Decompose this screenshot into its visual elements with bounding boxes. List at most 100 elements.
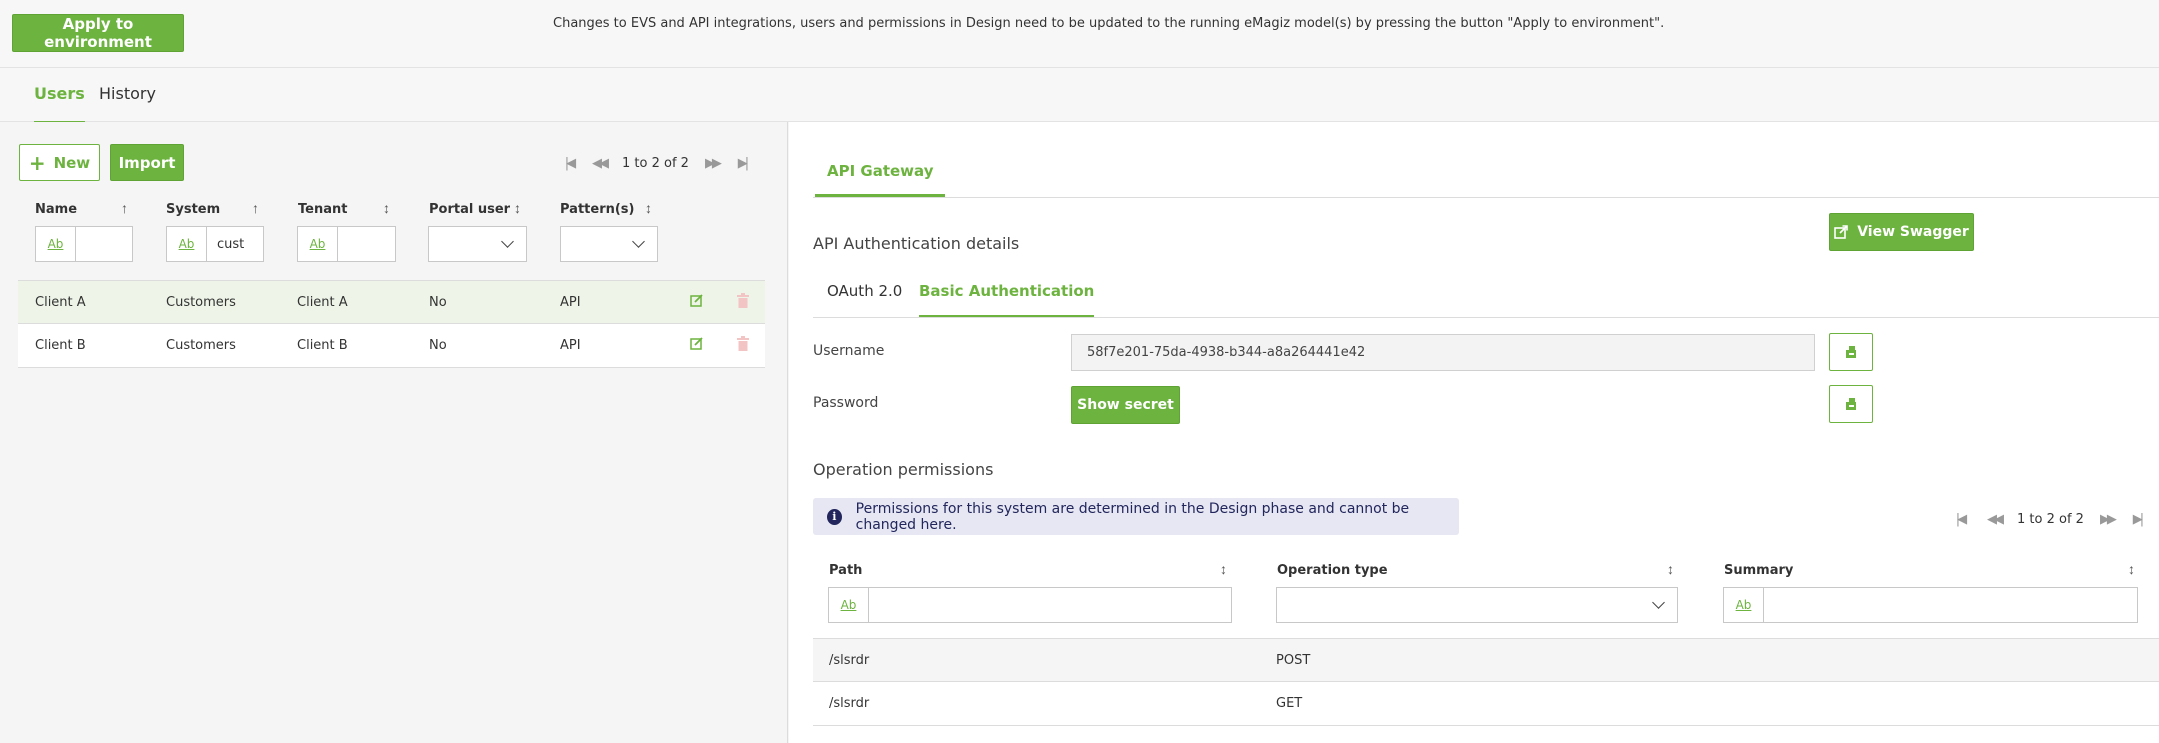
copy-icon [1846,346,1856,358]
show-secret-button[interactable]: Show secret [1071,386,1180,424]
column-header-path[interactable]: Path [829,563,862,578]
text-filter-mode-toggle[interactable]: Ab [167,227,207,261]
auth-details-title: API Authentication details [813,234,1020,253]
cell-operation-type: GET [1276,696,1303,711]
cell-tenant: Client A [297,295,348,310]
name-filter-input[interactable] [76,227,132,261]
users-pager: |◀ ◀◀ 1 to 2 of 2 ▶▶ ▶| [558,156,753,171]
text-filter-mode-toggle[interactable]: Ab [298,227,338,261]
view-swagger-button[interactable]: View Swagger [1829,213,1974,251]
cell-path: /slsrdr [829,696,870,711]
sort-both-icon[interactable]: ↕ [383,200,390,216]
copy-password-button[interactable] [1829,385,1873,423]
column-header-summary[interactable]: Summary [1724,563,1793,578]
trash-icon[interactable] [736,293,750,309]
sort-both-icon[interactable]: ↕ [1667,561,1674,577]
sort-both-icon[interactable]: ↕ [1220,561,1227,577]
password-label: Password [813,395,879,411]
sort-up-icon[interactable]: ↑ [121,200,128,216]
plus-icon: + [28,150,46,175]
divider [813,317,2159,318]
cell-tenant: Client B [297,338,348,353]
column-header-name[interactable]: Name [35,202,77,217]
divider [813,197,2159,198]
operation-type-filter-select[interactable] [1276,587,1678,623]
new-user-button[interactable]: + New [19,144,100,181]
main-tabs: Users History [0,68,2159,124]
first-page-icon[interactable]: |◀ [558,156,580,171]
copy-icon [1846,398,1856,410]
cell-portal-user: No [429,338,447,353]
tenant-filter-input[interactable] [338,227,395,261]
patterns-filter-select[interactable] [560,226,658,262]
info-text: Permissions for this system are determin… [855,500,1410,533]
chevron-down-icon [632,235,645,248]
cell-name: Client B [35,338,86,353]
table-row[interactable]: Client B Customers Client B No API [18,324,765,368]
sort-up-icon[interactable]: ↑ [252,200,259,216]
text-filter-mode-toggle[interactable]: Ab [1724,588,1764,622]
column-header-tenant[interactable]: Tenant [298,202,347,217]
cell-patterns: API [560,338,581,353]
system-filter: Ab [166,226,264,262]
first-page-icon[interactable]: |◀ [1949,512,1971,527]
edit-icon[interactable] [690,294,704,308]
last-page-icon[interactable]: ▶| [2126,512,2148,527]
text-filter-mode-toggle[interactable]: Ab [36,227,76,261]
sort-both-icon[interactable]: ↕ [514,200,521,216]
system-filter-input[interactable] [207,227,263,261]
text-filter-mode-toggle[interactable]: Ab [829,588,869,622]
cell-system: Customers [166,295,236,310]
column-header-operation-type[interactable]: Operation type [1277,563,1388,578]
apply-to-environment-button[interactable]: Apply to environment [12,14,184,52]
permissions-info-box: i Permissions for this system are determ… [813,498,1459,535]
username-label: Username [813,343,885,359]
summary-filter-input[interactable] [1764,588,2137,622]
tab-basic-authentication[interactable]: Basic Authentication [919,282,1095,318]
cell-patterns: API [560,295,581,310]
username-field[interactable]: 58f7e201-75da-4938-b344-a8a264441e42 [1071,334,1815,371]
prev-page-icon[interactable]: ◀◀ [1983,512,2005,527]
edit-icon[interactable] [690,337,704,351]
pager-text: 1 to 2 of 2 [622,156,689,171]
path-filter-input[interactable] [869,588,1231,622]
prev-page-icon[interactable]: ◀◀ [588,156,610,171]
permissions-pager: |◀ ◀◀ 1 to 2 of 2 ▶▶ ▶| [1949,512,2148,527]
tenant-filter: Ab [297,226,396,262]
table-row[interactable]: /slsrdr GET [813,682,2159,726]
tab-oauth[interactable]: OAuth 2.0 [827,282,902,300]
copy-username-button[interactable] [1829,333,1873,371]
column-header-portal-user[interactable]: Portal user [429,202,510,217]
top-bar: Apply to environment Changes to EVS and … [0,0,2159,68]
cell-system: Customers [166,338,236,353]
import-button[interactable]: Import [110,144,184,181]
table-row[interactable]: /slsrdr POST [813,638,2159,682]
cell-portal-user: No [429,295,447,310]
summary-filter: Ab [1723,587,2138,623]
tab-users[interactable]: Users [34,84,85,124]
operation-permissions-title: Operation permissions [813,460,994,479]
cell-path: /slsrdr [829,653,870,668]
tab-api-gateway[interactable]: API Gateway [814,162,947,197]
last-page-icon[interactable]: ▶| [731,156,753,171]
column-header-system[interactable]: System [166,202,220,217]
trash-icon[interactable] [736,336,750,352]
sort-both-icon[interactable]: ↕ [645,200,652,216]
sort-both-icon[interactable]: ↕ [2128,561,2135,577]
cell-operation-type: POST [1276,653,1311,668]
portal-user-filter-select[interactable] [428,226,527,262]
path-filter: Ab [828,587,1232,623]
next-page-icon[interactable]: ▶▶ [701,156,723,171]
external-link-icon [1834,225,1848,239]
next-page-icon[interactable]: ▶▶ [2096,512,2118,527]
table-row[interactable]: Client A Customers Client A No API [18,280,765,324]
chevron-down-icon [1652,596,1665,609]
tab-history[interactable]: History [99,84,156,103]
users-panel: + New Import |◀ ◀◀ 1 to 2 of 2 ▶▶ ▶| Nam… [0,122,788,743]
detail-panel: API Gateway View Swagger API Authenticat… [789,122,2159,743]
chevron-down-icon [501,235,514,248]
name-filter: Ab [35,226,133,262]
apply-message: Changes to EVS and API integrations, use… [553,16,1665,31]
cell-name: Client A [35,295,86,310]
column-header-patterns[interactable]: Pattern(s) [560,202,634,217]
